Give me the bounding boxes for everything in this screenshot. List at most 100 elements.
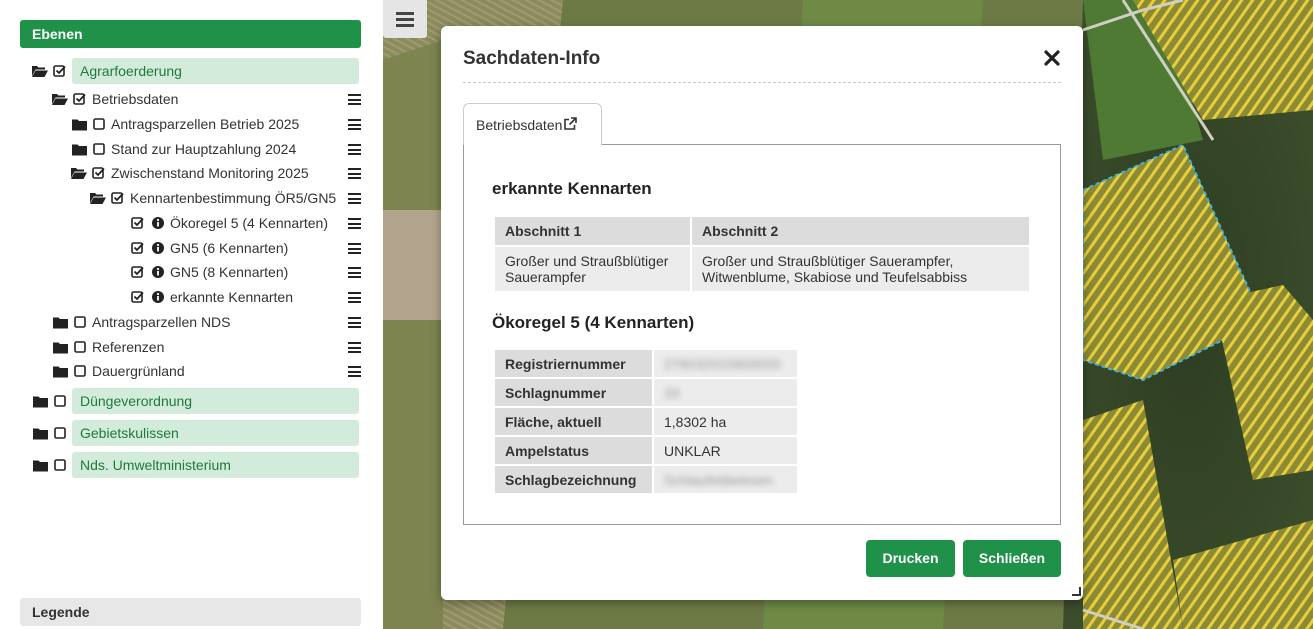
layer-label[interactable]: Antragsparzellen NDS bbox=[92, 314, 231, 330]
folder-open-icon[interactable] bbox=[32, 63, 48, 79]
info-icon[interactable] bbox=[150, 264, 166, 280]
folder-icon[interactable] bbox=[71, 116, 87, 132]
hamburger-icon[interactable] bbox=[348, 168, 361, 179]
folder-open-icon[interactable] bbox=[52, 91, 68, 107]
folder-icon[interactable] bbox=[52, 314, 68, 330]
sachdaten-info-dialog: Sachdaten-Info Betriebsdaten erkannte Ke… bbox=[441, 26, 1083, 600]
hamburger-icon[interactable] bbox=[348, 218, 361, 229]
tree-item-zwischenstand[interactable]: Zwischenstand Monitoring 2025 bbox=[71, 161, 309, 185]
group-label-duengeverordnung[interactable]: Düngeverordnung bbox=[72, 388, 359, 414]
legend-panel-header[interactable]: Legende bbox=[20, 598, 361, 626]
resize-handle-icon[interactable] bbox=[1072, 587, 1081, 596]
folder-icon[interactable] bbox=[52, 339, 68, 355]
row-value: UNKLAR bbox=[654, 437, 797, 464]
group-label-agrarfoerderung[interactable]: Agrarfoerderung bbox=[72, 58, 359, 84]
layer-label[interactable]: GN5 (8 Kennarten) bbox=[170, 264, 288, 280]
folder-icon[interactable] bbox=[32, 457, 48, 473]
checkbox-empty-icon[interactable] bbox=[72, 314, 88, 330]
layer-label[interactable]: Kennartenbestimmung ÖR5/GN5 bbox=[130, 190, 336, 206]
table-header: Abschnitt 1 bbox=[495, 217, 690, 245]
dialog-title: Sachdaten-Info bbox=[463, 48, 601, 69]
folder-icon[interactable] bbox=[71, 141, 87, 157]
group-label-umweltministerium[interactable]: Nds. Umweltministerium bbox=[72, 452, 359, 478]
row-label: Registriernummer bbox=[495, 350, 652, 377]
info-icon[interactable] bbox=[150, 289, 166, 305]
checkbox-checked-icon[interactable] bbox=[130, 215, 146, 231]
group-label-gebietskulissen[interactable]: Gebietskulissen bbox=[72, 420, 359, 446]
hamburger-icon[interactable] bbox=[348, 292, 361, 303]
hamburger-icon[interactable] bbox=[348, 317, 361, 328]
tree-item-umweltministerium[interactable]: Nds. Umweltministerium bbox=[32, 452, 359, 478]
checkbox-checked-icon[interactable] bbox=[130, 240, 146, 256]
section-title-oekoregel5: Ökoregel 5 (4 Kennarten) bbox=[492, 313, 695, 332]
tree-item-gn5-6[interactable]: GN5 (6 Kennarten) bbox=[130, 236, 288, 260]
hamburger-icon[interactable] bbox=[348, 267, 361, 278]
tab-content-panel: erkannte Kennarten Abschnitt 1 Abschnitt… bbox=[463, 144, 1061, 525]
row-value: 33 bbox=[654, 379, 797, 406]
close-icon[interactable] bbox=[1042, 48, 1062, 68]
hamburger-icon[interactable] bbox=[348, 193, 361, 204]
layer-label[interactable]: erkannte Kennarten bbox=[170, 289, 293, 305]
layer-label[interactable]: GN5 (6 Kennarten) bbox=[170, 240, 288, 256]
external-link-icon[interactable] bbox=[563, 117, 578, 134]
checkbox-empty-icon[interactable] bbox=[91, 116, 107, 132]
checkbox-empty-icon[interactable] bbox=[72, 339, 88, 355]
map-menu-button[interactable] bbox=[383, 0, 427, 38]
folder-open-icon[interactable] bbox=[71, 165, 87, 181]
tree-item-erkannte-kennarten[interactable]: erkannte Kennarten bbox=[130, 285, 293, 309]
hamburger-icon[interactable] bbox=[348, 144, 361, 155]
tree-item-oekoregel5[interactable]: Ökoregel 5 (4 Kennarten) bbox=[130, 211, 328, 235]
info-icon[interactable] bbox=[150, 240, 166, 256]
checkbox-empty-icon[interactable] bbox=[52, 457, 68, 473]
info-icon[interactable] bbox=[150, 215, 166, 231]
hamburger-icon bbox=[396, 23, 414, 27]
layer-label[interactable]: Betriebsdaten bbox=[92, 91, 178, 107]
print-button[interactable]: Drucken bbox=[866, 540, 955, 577]
checkbox-empty-icon[interactable] bbox=[91, 141, 107, 157]
hamburger-icon[interactable] bbox=[348, 94, 361, 105]
folder-icon[interactable] bbox=[52, 363, 68, 379]
hamburger-icon[interactable] bbox=[348, 119, 361, 130]
hamburger-icon[interactable] bbox=[348, 366, 361, 377]
tab-label: Betriebsdaten bbox=[476, 117, 563, 133]
tree-item-antragsparzellen-nds[interactable]: Antragsparzellen NDS bbox=[52, 310, 231, 334]
layer-label[interactable]: Referenzen bbox=[92, 339, 164, 355]
folder-open-icon[interactable] bbox=[90, 190, 106, 206]
checkbox-checked-icon[interactable] bbox=[52, 63, 68, 79]
row-label: Schlagnummer bbox=[495, 379, 652, 406]
checkbox-checked-icon[interactable] bbox=[91, 165, 107, 181]
checkbox-empty-icon[interactable] bbox=[52, 393, 68, 409]
oekoregel-table: Registriernummer 276032015600000 Schlagn… bbox=[493, 348, 799, 495]
tree-item-referenzen[interactable]: Referenzen bbox=[52, 335, 164, 359]
layers-panel-header[interactable]: Ebenen bbox=[20, 20, 361, 48]
checkbox-empty-icon[interactable] bbox=[72, 363, 88, 379]
tree-item-agrarfoerderung[interactable]: Agrarfoerderung bbox=[32, 58, 359, 84]
tree-item-gebietskulissen[interactable]: Gebietskulissen bbox=[32, 420, 359, 446]
tree-item-gn5-8[interactable]: GN5 (8 Kennarten) bbox=[130, 260, 288, 284]
tree-item-antragsparzellen-2025[interactable]: Antragsparzellen Betrieb 2025 bbox=[71, 112, 299, 136]
table-header: Abschnitt 2 bbox=[692, 217, 1029, 245]
checkbox-checked-icon[interactable] bbox=[130, 289, 146, 305]
section-title-erkannte-kennarten: erkannte Kennarten bbox=[492, 179, 652, 198]
checkbox-checked-icon[interactable] bbox=[130, 264, 146, 280]
layer-label[interactable]: Stand zur Hauptzahlung 2024 bbox=[111, 141, 296, 157]
folder-icon[interactable] bbox=[32, 393, 48, 409]
hamburger-icon[interactable] bbox=[348, 243, 361, 254]
tree-item-duengeverordnung[interactable]: Düngeverordnung bbox=[32, 388, 359, 414]
tree-item-kennartenbestimmung[interactable]: Kennartenbestimmung ÖR5/GN5 bbox=[90, 186, 336, 210]
tab-betriebsdaten[interactable]: Betriebsdaten bbox=[463, 103, 602, 145]
hamburger-icon[interactable] bbox=[348, 342, 361, 353]
layer-label[interactable]: Ökoregel 5 (4 Kennarten) bbox=[170, 215, 328, 231]
tree-item-stand-hauptzahlung[interactable]: Stand zur Hauptzahlung 2024 bbox=[71, 137, 296, 161]
folder-icon[interactable] bbox=[32, 425, 48, 441]
checkbox-checked-icon[interactable] bbox=[110, 190, 126, 206]
table-cell: Großer und Straußblütiger Sauerampfer, W… bbox=[692, 247, 1029, 291]
checkbox-checked-icon[interactable] bbox=[72, 91, 88, 107]
tree-item-betriebsdaten[interactable]: Betriebsdaten bbox=[52, 87, 178, 111]
tree-item-dauergruenland[interactable]: Dauergrünland bbox=[52, 359, 185, 383]
close-button[interactable]: Schließen bbox=[963, 540, 1061, 577]
checkbox-empty-icon[interactable] bbox=[52, 425, 68, 441]
layer-label[interactable]: Antragsparzellen Betrieb 2025 bbox=[111, 116, 299, 132]
layer-label[interactable]: Zwischenstand Monitoring 2025 bbox=[111, 165, 309, 181]
layer-label[interactable]: Dauergrünland bbox=[92, 363, 185, 379]
